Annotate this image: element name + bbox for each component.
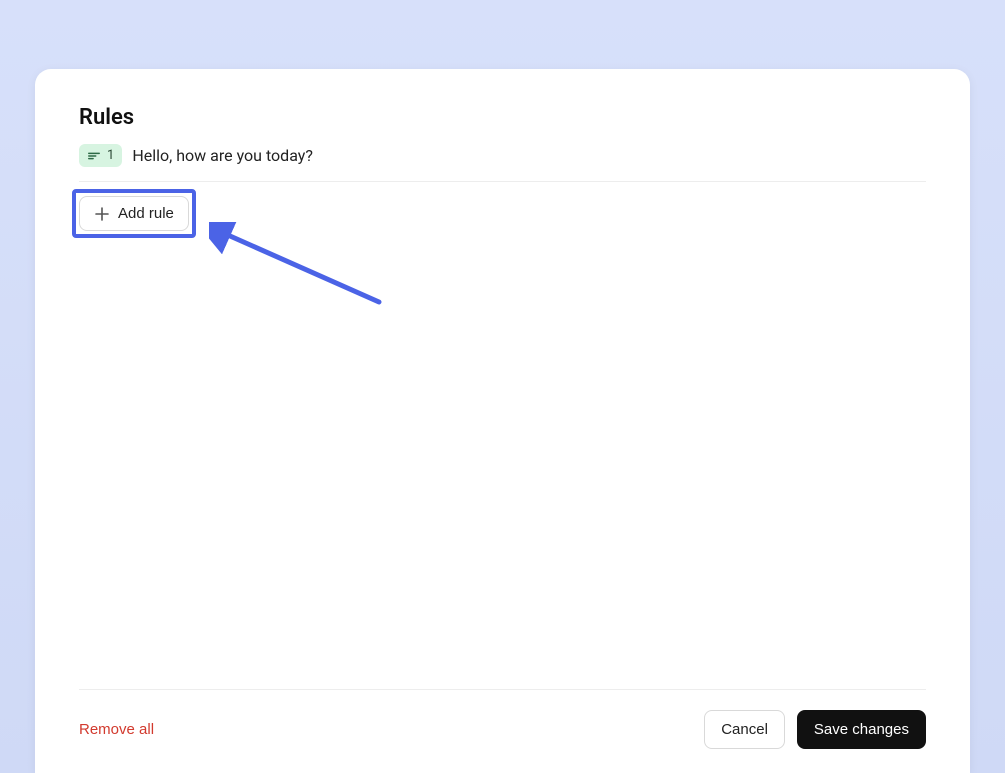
save-button[interactable]: Save changes xyxy=(797,710,926,749)
rules-card: Rules 1 Hello, how are you today? Add ru… xyxy=(35,69,970,773)
footer-actions: Cancel Save changes xyxy=(704,710,926,749)
rule-row[interactable]: 1 Hello, how are you today? xyxy=(79,144,926,182)
rule-text: Hello, how are you today? xyxy=(132,146,313,165)
page-title: Rules xyxy=(79,105,926,130)
rule-index: 1 xyxy=(107,148,114,163)
add-rule-button[interactable]: Add rule xyxy=(79,196,189,231)
rule-icon xyxy=(87,149,101,163)
footer: Remove all Cancel Save changes xyxy=(79,689,926,749)
cancel-button[interactable]: Cancel xyxy=(704,710,785,749)
rule-badge: 1 xyxy=(79,144,122,167)
spacer xyxy=(79,231,926,689)
add-rule-highlight: Add rule xyxy=(79,196,189,231)
add-rule-label: Add rule xyxy=(118,205,174,222)
remove-all-button[interactable]: Remove all xyxy=(79,721,154,738)
plus-icon xyxy=(94,206,110,222)
